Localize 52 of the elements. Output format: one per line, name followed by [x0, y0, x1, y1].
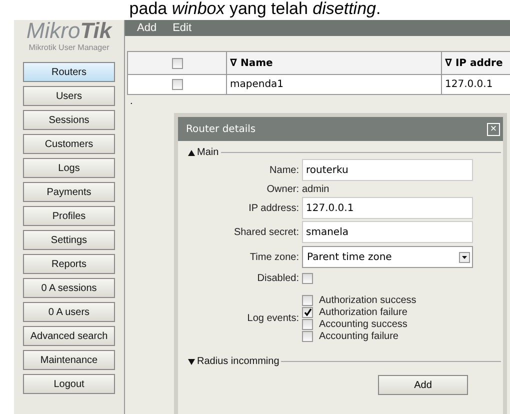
field-label: Disabled: — [256, 272, 300, 284]
sidebar-button[interactable]: Logs — [23, 158, 115, 178]
dropdown-caret-icon[interactable] — [459, 252, 470, 262]
sidebar-button[interactable]: Logout — [23, 374, 115, 394]
sidebar-button[interactable]: Users — [23, 86, 115, 106]
sidebar-button[interactable]: Reports — [23, 254, 115, 274]
sidebar-button[interactable]: Maintenance — [23, 350, 115, 370]
text-field[interactable]: routerku — [302, 159, 473, 181]
document-caption: pada winbox yang telah disetting. — [128, 0, 382, 20]
column-header[interactable]: ∇ Name — [226, 52, 441, 74]
section-toggle[interactable]: Main — [188, 147, 219, 158]
field-value: admin — [302, 184, 330, 194]
sidebar-button[interactable]: Settings — [23, 230, 115, 250]
add-button[interactable]: Add — [378, 375, 468, 395]
sidebar-button[interactable]: Payments — [23, 182, 115, 202]
log-event-option[interactable]: Accounting failure — [302, 330, 473, 342]
dialog-title: Router details — [186, 124, 256, 134]
logo: MikroTik — [26, 20, 112, 42]
toolbar-button[interactable]: Add — [137, 22, 157, 34]
checkbox[interactable] — [172, 79, 182, 90]
logo-subtitle: Mikrotik User Manager — [28, 43, 110, 52]
field-label: Owner: — [266, 184, 300, 194]
field-label: Name: — [268, 164, 300, 176]
checkbox[interactable] — [302, 272, 313, 284]
field-label: Log events: — [246, 312, 300, 324]
time-zone-select[interactable]: Parent time zone — [302, 246, 473, 268]
text-field[interactable]: smanela — [302, 221, 473, 243]
close-button[interactable]: × — [487, 122, 500, 136]
field-label: Time zone: — [248, 252, 300, 262]
sidebar-button[interactable]: Profiles — [23, 206, 115, 226]
checkbox[interactable] — [302, 330, 313, 342]
toolbar-button[interactable]: Edit — [172, 22, 192, 34]
stray-mark: . — [130, 97, 134, 107]
sidebar-button[interactable]: 0 A users — [23, 302, 115, 322]
checkbox[interactable] — [302, 306, 313, 318]
section-toggle[interactable]: Radius incomming — [188, 356, 280, 367]
column-header[interactable]: ∇ IP addre — [441, 52, 510, 74]
log-event-option[interactable]: Authorization failure — [302, 306, 473, 318]
field-label: IP address: — [248, 202, 300, 214]
sidebar-button[interactable]: Customers — [23, 134, 115, 154]
sidebar-button[interactable]: Advanced search — [23, 326, 115, 346]
sidebar-button[interactable]: Sessions — [23, 110, 115, 130]
sidebar-button[interactable]: 0 A sessions — [23, 278, 115, 298]
checkbox[interactable] — [302, 294, 313, 306]
text-field[interactable]: 127.0.0.1 — [302, 197, 473, 219]
checkbox[interactable] — [172, 58, 182, 68]
field-label: Shared secret: — [232, 226, 300, 238]
log-event-option[interactable]: Authorization success — [302, 294, 473, 306]
sidebar-button[interactable]: Routers — [23, 62, 115, 82]
checkmark-icon — [304, 308, 312, 316]
checkbox[interactable] — [302, 318, 313, 330]
log-event-option[interactable]: Accounting success — [302, 318, 473, 330]
